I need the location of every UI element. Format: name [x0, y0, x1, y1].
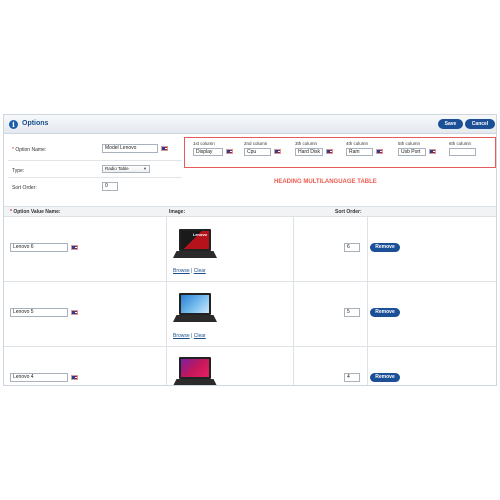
product-image: Lenovo	[173, 227, 217, 265]
uk-flag-icon	[226, 149, 233, 154]
browse-link[interactable]: Browse	[173, 333, 190, 339]
screen-label: Lenovo	[181, 231, 209, 249]
column-divider	[367, 217, 368, 385]
sort-order-input[interactable]: 4	[344, 373, 360, 382]
type-select-value: Radio Table	[105, 166, 129, 171]
uk-flag-icon	[429, 149, 436, 154]
product-image	[173, 355, 217, 385]
column-input[interactable]: Display	[193, 148, 223, 156]
type-select[interactable]: Radio Table ▼	[102, 165, 150, 173]
uk-flag-icon	[326, 149, 333, 154]
screen-display	[181, 359, 209, 377]
column-divider	[293, 217, 294, 385]
product-image	[173, 291, 217, 329]
option-values-table-header: * Option Value Name: Image: Sort Order:	[4, 206, 496, 217]
sort-order-input[interactable]: 6	[344, 243, 360, 252]
uk-flag-icon	[274, 149, 281, 154]
column-input[interactable]	[449, 148, 476, 156]
save-button[interactable]: Save	[438, 119, 463, 129]
divider	[8, 177, 182, 178]
sort-order-input[interactable]: 5	[344, 308, 360, 317]
uk-flag-icon	[71, 375, 78, 380]
row-divider	[4, 346, 496, 347]
column-input[interactable]: Hard Disk	[295, 148, 323, 156]
cancel-button[interactable]: Cancel	[465, 119, 495, 129]
remove-button[interactable]: Remove	[370, 308, 400, 317]
uk-flag-icon	[376, 149, 383, 154]
heading-multilanguage-caption: HEADING MULTILANGUAGE TABLE	[274, 179, 377, 185]
option-value-name-input[interactable]: Lenovo 6	[10, 243, 68, 252]
column-label: 2nd column	[244, 141, 268, 146]
panel-header: i Options Save Cancel	[4, 115, 496, 134]
sort-order-input[interactable]: 0	[102, 182, 118, 191]
heading-columns-box: 1st column Display 2nd column Cpu 3th co…	[184, 137, 496, 168]
clear-link[interactable]: Clear	[194, 268, 206, 274]
column-header-sort-order: Sort Order:	[335, 209, 362, 215]
laptop-screen	[179, 293, 211, 315]
column-input[interactable]: Cpu	[244, 148, 271, 156]
column-label: 1st column	[193, 141, 215, 146]
option-name-input[interactable]: Model Lenovo	[102, 144, 158, 153]
laptop-base	[173, 251, 217, 258]
options-panel: i Options Save Cancel * Option Name: Mod…	[3, 114, 497, 386]
remove-button[interactable]: Remove	[370, 243, 400, 252]
column-label: 4th column	[346, 141, 369, 146]
chevron-down-icon: ▼	[143, 166, 147, 171]
screen-display	[181, 295, 209, 313]
browse-link[interactable]: Browse	[173, 268, 190, 274]
option-value-name-input[interactable]: Lenovo 5	[10, 308, 68, 317]
uk-flag-icon	[161, 146, 168, 151]
column-input[interactable]: Ram	[346, 148, 373, 156]
option-name-label: * Option Name:	[12, 147, 47, 153]
column-label: 3th column	[295, 141, 318, 146]
image-links: Browse | Clear	[173, 333, 206, 339]
type-label: Type:	[12, 168, 25, 174]
uk-flag-icon	[71, 245, 78, 250]
page-title: Options	[22, 120, 49, 127]
sort-order-label: Sort Order:	[12, 185, 37, 191]
column-label: 5th column	[398, 141, 421, 146]
column-label: 6th column	[449, 141, 472, 146]
remove-button[interactable]: Remove	[370, 373, 400, 382]
row-divider	[4, 281, 496, 282]
image-links: Browse | Clear	[173, 268, 206, 274]
column-divider	[166, 217, 167, 385]
info-icon: i	[9, 120, 18, 129]
uk-flag-icon	[71, 310, 78, 315]
laptop-base	[173, 315, 217, 322]
divider	[8, 160, 182, 161]
option-value-name-input[interactable]: Lenovo 4	[10, 373, 68, 382]
column-header-image: Image:	[169, 209, 186, 215]
laptop-screen: Lenovo	[179, 229, 211, 251]
laptop-base	[173, 379, 217, 385]
column-header-option-value-name: * Option Value Name:	[10, 209, 61, 215]
clear-link[interactable]: Clear	[194, 333, 206, 339]
laptop-screen	[179, 357, 211, 379]
column-input[interactable]: Usb Port	[398, 148, 426, 156]
